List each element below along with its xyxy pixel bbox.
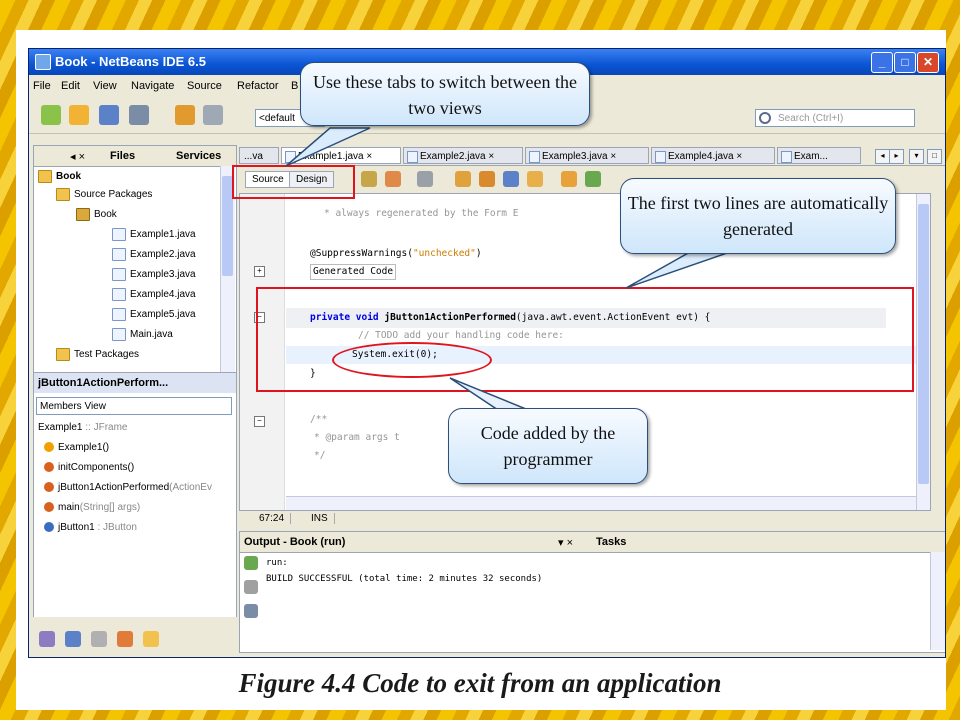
tabs-callout-pointer: [285, 127, 371, 167]
tabs-callout: Use these tabs to switch between the two…: [300, 62, 590, 126]
figure-caption: Figure 4.4 Code to exit from an applicat…: [238, 668, 722, 698]
programmer-code-callout: Code added by the programmer: [448, 408, 648, 484]
generated-callout-pointer: [625, 251, 731, 289]
generated-code-callout: The first two lines are automatically ge…: [620, 178, 896, 254]
